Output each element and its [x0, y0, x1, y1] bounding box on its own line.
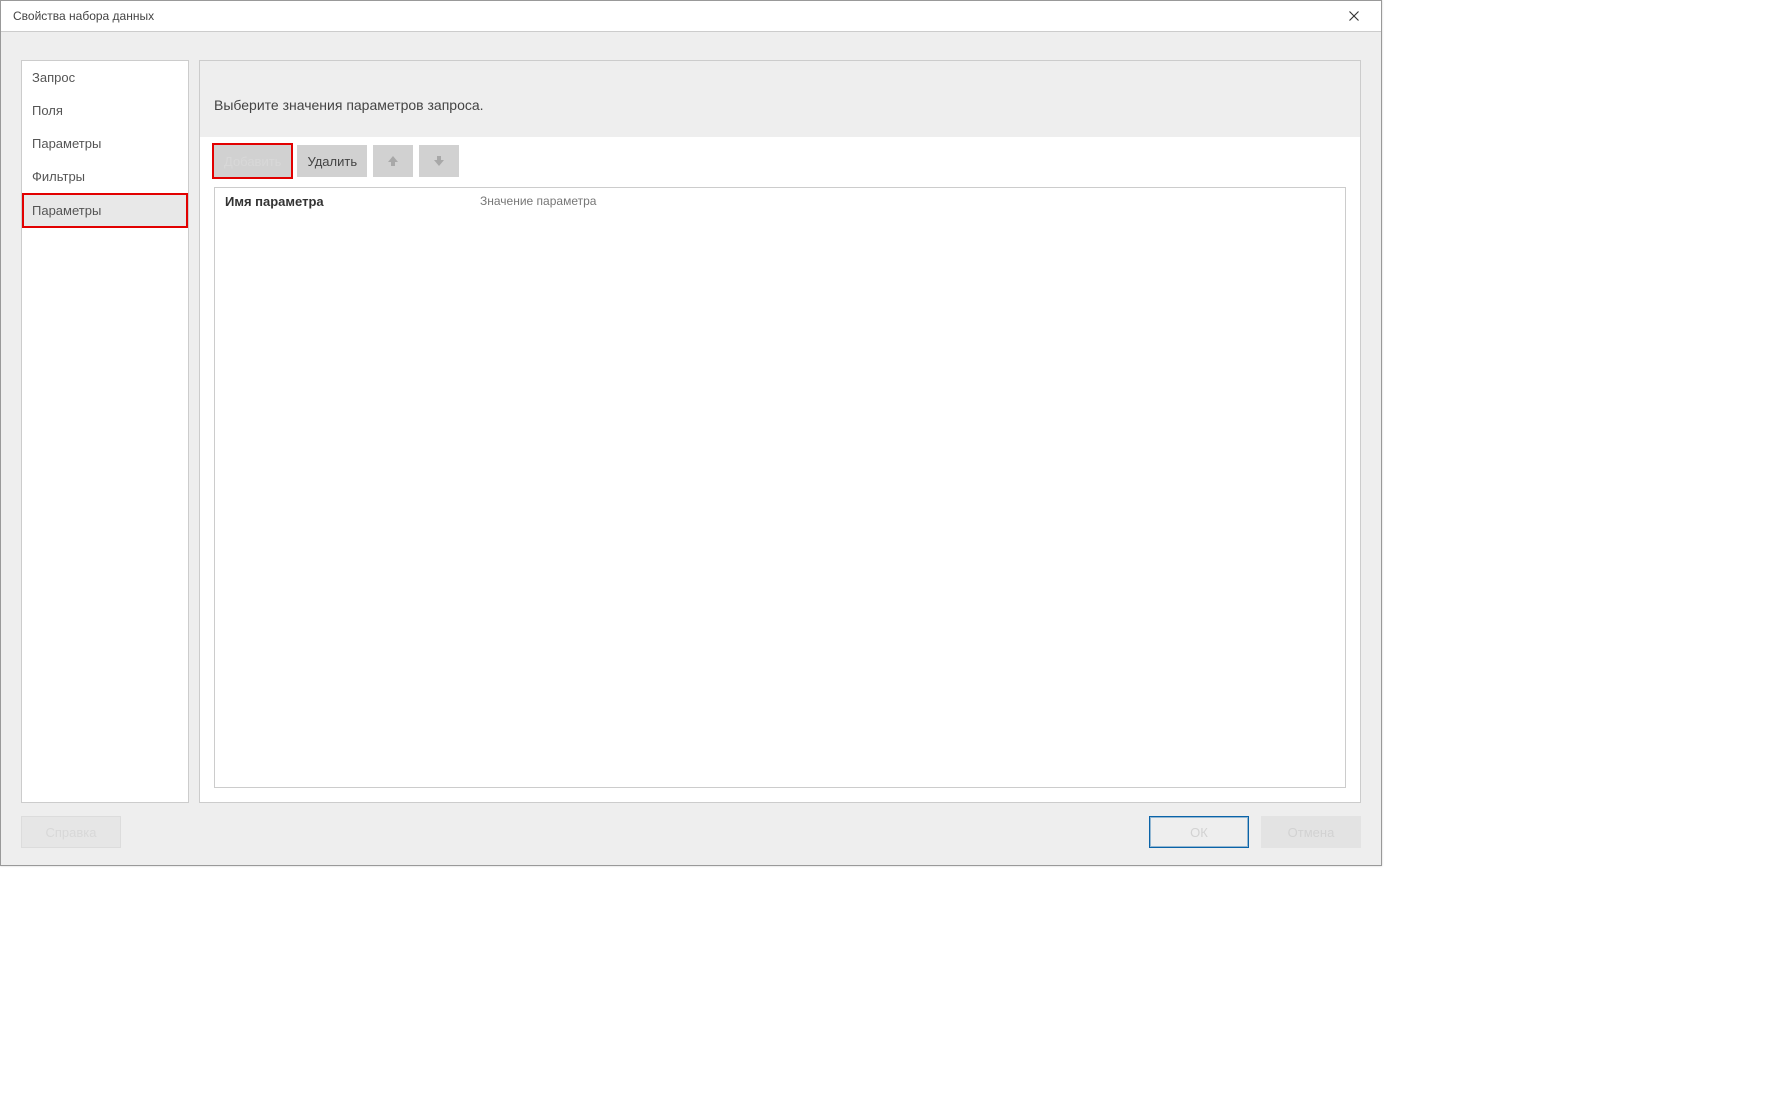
toolbar: Добавить Удалить — [214, 145, 1346, 177]
footer-right: ОК Отмена — [1149, 816, 1361, 848]
arrow-up-icon — [385, 153, 401, 169]
footer: Справка ОК Отмена — [21, 803, 1361, 851]
sidebar-item-label: Параметры — [32, 136, 101, 151]
close-button[interactable] — [1339, 1, 1369, 31]
sidebar-item-fields[interactable]: Поля — [22, 94, 188, 127]
ok-button[interactable]: ОК — [1149, 816, 1249, 848]
sidebar-item-label: Поля — [32, 103, 63, 118]
column-header-value: Значение параметра — [480, 194, 1335, 209]
delete-button-label: Удалить — [307, 154, 357, 169]
help-button-label: Справка — [46, 825, 97, 840]
add-button[interactable]: Добавить — [214, 145, 291, 177]
arrow-down-icon — [431, 153, 447, 169]
main-header-text: Выберите значения параметров запроса. — [200, 61, 1360, 137]
close-icon — [1348, 10, 1360, 22]
dialog-title: Свойства набора данных — [13, 9, 154, 23]
sidebar-item-filters[interactable]: Фильтры — [22, 160, 188, 193]
main-panel: Выберите значения параметров запроса. До… — [199, 60, 1361, 803]
grid-header: Имя параметра Значение параметра — [215, 188, 1345, 215]
add-button-label: Добавить — [224, 154, 281, 169]
move-up-button[interactable] — [373, 145, 413, 177]
footer-left: Справка — [21, 816, 121, 848]
titlebar: Свойства набора данных — [1, 1, 1381, 32]
sidebar: Запрос Поля Параметры Фильтры Параметры — [21, 60, 189, 803]
sidebar-item-parameters[interactable]: Параметры — [22, 127, 188, 160]
dialog-body: Запрос Поля Параметры Фильтры Параметры … — [1, 32, 1381, 865]
parameters-grid[interactable]: Имя параметра Значение параметра — [214, 187, 1346, 788]
delete-button[interactable]: Удалить — [297, 145, 367, 177]
sidebar-item-label: Фильтры — [32, 169, 85, 184]
dataset-properties-dialog: Свойства набора данных Запрос Поля Парам… — [0, 0, 1382, 866]
ok-button-label: ОК — [1190, 825, 1208, 840]
move-down-button[interactable] — [419, 145, 459, 177]
column-header-name: Имя параметра — [225, 194, 480, 209]
cancel-button[interactable]: Отмена — [1261, 816, 1361, 848]
help-button[interactable]: Справка — [21, 816, 121, 848]
content-row: Запрос Поля Параметры Фильтры Параметры … — [21, 60, 1361, 803]
main-inner: Добавить Удалить — [200, 137, 1360, 802]
sidebar-item-query[interactable]: Запрос — [22, 61, 188, 94]
cancel-button-label: Отмена — [1288, 825, 1335, 840]
sidebar-item-label: Параметры — [32, 203, 101, 218]
sidebar-item-parameters-2[interactable]: Параметры — [22, 193, 188, 228]
sidebar-item-label: Запрос — [32, 70, 75, 85]
